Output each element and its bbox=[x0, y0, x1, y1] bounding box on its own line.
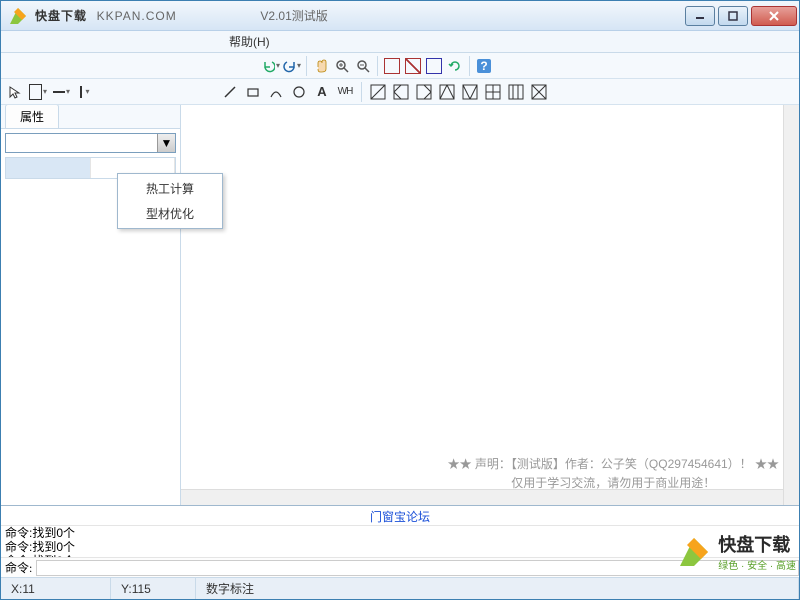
redo-button[interactable] bbox=[282, 56, 302, 76]
app-window: 快盘下载 KKPAN.COM V2.01测试版 帮助(H) ? bbox=[0, 0, 800, 600]
status-y: Y:115 bbox=[111, 578, 196, 599]
dimension-tool-icon[interactable]: WH bbox=[335, 82, 355, 102]
shape-5-icon[interactable] bbox=[460, 82, 480, 102]
sidebar: 属性 ▼ bbox=[1, 105, 181, 505]
rectangle-tool-icon[interactable] bbox=[28, 82, 48, 102]
canvas-scrollbar-vertical[interactable] bbox=[783, 105, 799, 505]
maximize-button[interactable] bbox=[718, 6, 748, 26]
watermark-text: 快盘下载 绿色 · 安全 · 高速 bbox=[718, 531, 796, 572]
zoom-in-icon[interactable] bbox=[332, 56, 352, 76]
menu-help[interactable]: 帮助(H) bbox=[221, 31, 278, 52]
brand-name: 快盘下载 bbox=[35, 9, 87, 23]
statusbar: X:11 Y:115 数字标注 bbox=[1, 577, 799, 599]
shape-7-icon[interactable] bbox=[506, 82, 526, 102]
status-x: X:11 bbox=[1, 578, 111, 599]
notice-line1: ★★ 声明：【测试版】作者：公子笑（QQ297454641）！ ★★ bbox=[448, 455, 779, 474]
command-label: 命令: bbox=[1, 559, 36, 576]
titlebar-title: 快盘下载 KKPAN.COM V2.01测试版 bbox=[35, 7, 685, 24]
shape-8-icon[interactable] bbox=[529, 82, 549, 102]
command-tabs: 门窗宝论坛 bbox=[1, 506, 799, 526]
menu-item-profile-optimize[interactable]: 型材优化 bbox=[118, 201, 222, 226]
sidebar-tabs: 属性 bbox=[1, 105, 180, 129]
minimize-button[interactable] bbox=[685, 6, 715, 26]
hand-pan-icon[interactable] bbox=[311, 56, 331, 76]
draw-circle-icon[interactable] bbox=[289, 82, 309, 102]
draw-line-icon[interactable] bbox=[220, 82, 240, 102]
watermark-logo-icon bbox=[676, 534, 712, 570]
shape-6-icon[interactable] bbox=[483, 82, 503, 102]
version-label: V2.01测试版 bbox=[260, 9, 327, 23]
shape-3-icon[interactable] bbox=[414, 82, 434, 102]
svg-text:?: ? bbox=[480, 59, 487, 73]
property-combo[interactable]: ▼ bbox=[5, 133, 176, 153]
shape-4-icon[interactable] bbox=[437, 82, 457, 102]
menu-item-thermal[interactable]: 热工计算 bbox=[118, 176, 222, 201]
drawing-canvas[interactable]: ★★ 声明：【测试版】作者：公子笑（QQ297454641）！ ★★ 仅用于学习… bbox=[181, 105, 799, 505]
text-tool-icon[interactable]: A bbox=[312, 82, 332, 102]
app-logo-icon bbox=[7, 5, 29, 27]
zoom-out-icon[interactable] bbox=[353, 56, 373, 76]
tab-properties[interactable]: 属性 bbox=[5, 105, 59, 128]
canvas-scrollbar-horizontal[interactable] bbox=[181, 489, 783, 505]
toolbar-main: ? bbox=[1, 53, 799, 79]
canvas-notice: ★★ 声明：【测试版】作者：公子笑（QQ297454641）！ ★★ 仅用于学习… bbox=[448, 455, 779, 493]
line-h-tool-icon[interactable] bbox=[51, 82, 71, 102]
draw-arc-icon[interactable] bbox=[266, 82, 286, 102]
dropdown-menu: 热工计算 型材优化 bbox=[117, 173, 223, 229]
window-controls bbox=[685, 6, 799, 26]
combo-input[interactable] bbox=[6, 134, 157, 152]
watermark: 快盘下载 绿色 · 安全 · 高速 bbox=[676, 531, 796, 572]
combo-dropdown-button[interactable]: ▼ bbox=[157, 134, 175, 152]
menubar: 帮助(H) bbox=[1, 31, 799, 53]
close-button[interactable] bbox=[751, 6, 797, 26]
draw-rect-icon[interactable] bbox=[243, 82, 263, 102]
titlebar: 快盘下载 KKPAN.COM V2.01测试版 bbox=[1, 1, 799, 31]
toolbar-draw: A WH bbox=[1, 79, 799, 105]
layer-icon-2[interactable] bbox=[403, 56, 423, 76]
shape-2-icon[interactable] bbox=[391, 82, 411, 102]
refresh-icon[interactable] bbox=[445, 56, 465, 76]
help-icon[interactable]: ? bbox=[474, 56, 494, 76]
status-mode: 数字标注 bbox=[196, 578, 799, 599]
pointer-tool-icon[interactable] bbox=[5, 82, 25, 102]
brand-url: KKPAN.COM bbox=[97, 9, 177, 23]
watermark-title: 快盘下载 bbox=[718, 531, 796, 557]
undo-button[interactable] bbox=[261, 56, 281, 76]
grid-cell-key[interactable] bbox=[6, 158, 91, 178]
layer-icon-1[interactable] bbox=[382, 56, 402, 76]
line-v-tool-icon[interactable] bbox=[74, 82, 94, 102]
main-area: 属性 ▼ ★★ 声明：【测试版】作者：公子笑（QQ297454641）！ ★★ … bbox=[1, 105, 799, 505]
watermark-subtitle: 绿色 · 安全 · 高速 bbox=[718, 557, 796, 572]
forum-link[interactable]: 门窗宝论坛 bbox=[1, 506, 799, 525]
layer-icon-3[interactable] bbox=[424, 56, 444, 76]
shape-1-icon[interactable] bbox=[368, 82, 388, 102]
